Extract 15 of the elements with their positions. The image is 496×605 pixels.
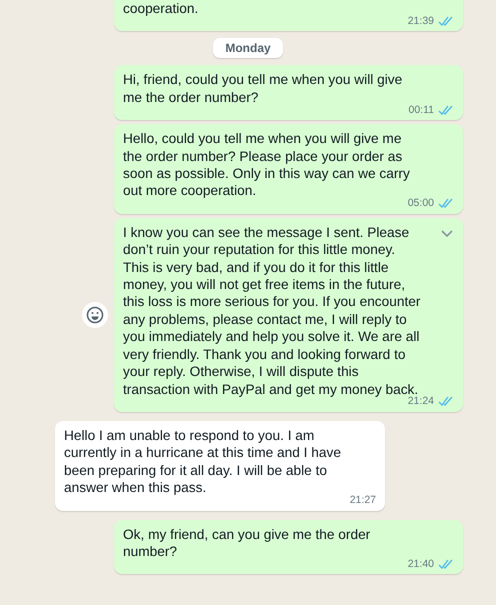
message-time: 21:39 xyxy=(408,14,434,28)
message-text: Hi, friend, could you tell me when you will give me the order number? xyxy=(123,71,404,106)
message-time: 05:00 xyxy=(408,197,434,210)
message-time: 21:40 xyxy=(408,558,434,571)
message-text: cooperation. xyxy=(123,0,200,18)
message-time: 00:11 xyxy=(408,104,434,117)
chevron-icon[interactable] xyxy=(440,228,454,239)
message-text: I know you can see the message I sent. Please don’t ruin your reputation for this little money. This is very bad, and if you do it for this little money, you will not get free items in the future, this loss is more serious for you. If you encounter any problems, please contact me, I will reply to you immediately and help you solve it. We are all very friendly. Thank you and looking forward to your reply. Otherwise, I will dispute this transaction with PayPal and get my money back. xyxy=(123,224,420,397)
message-text: Hello I am unable to respond to you. I am currently in a hurricane at this time and I have been preparing for it all day. I will be able to answer when this pass. xyxy=(64,426,342,497)
message-time: 21:24 xyxy=(408,395,434,408)
date-label: Monday xyxy=(213,38,283,58)
message-text: Hello, could you tell me when you will give me the order number? Please place your order as soon as possible. Only in this way can we carry out more cooperation. xyxy=(123,130,411,198)
message-text: Ok, my friend, can you give me the order number? xyxy=(123,526,372,560)
message-time: 21:27 xyxy=(350,494,376,508)
emoji-reaction-icon[interactable] xyxy=(82,302,108,328)
